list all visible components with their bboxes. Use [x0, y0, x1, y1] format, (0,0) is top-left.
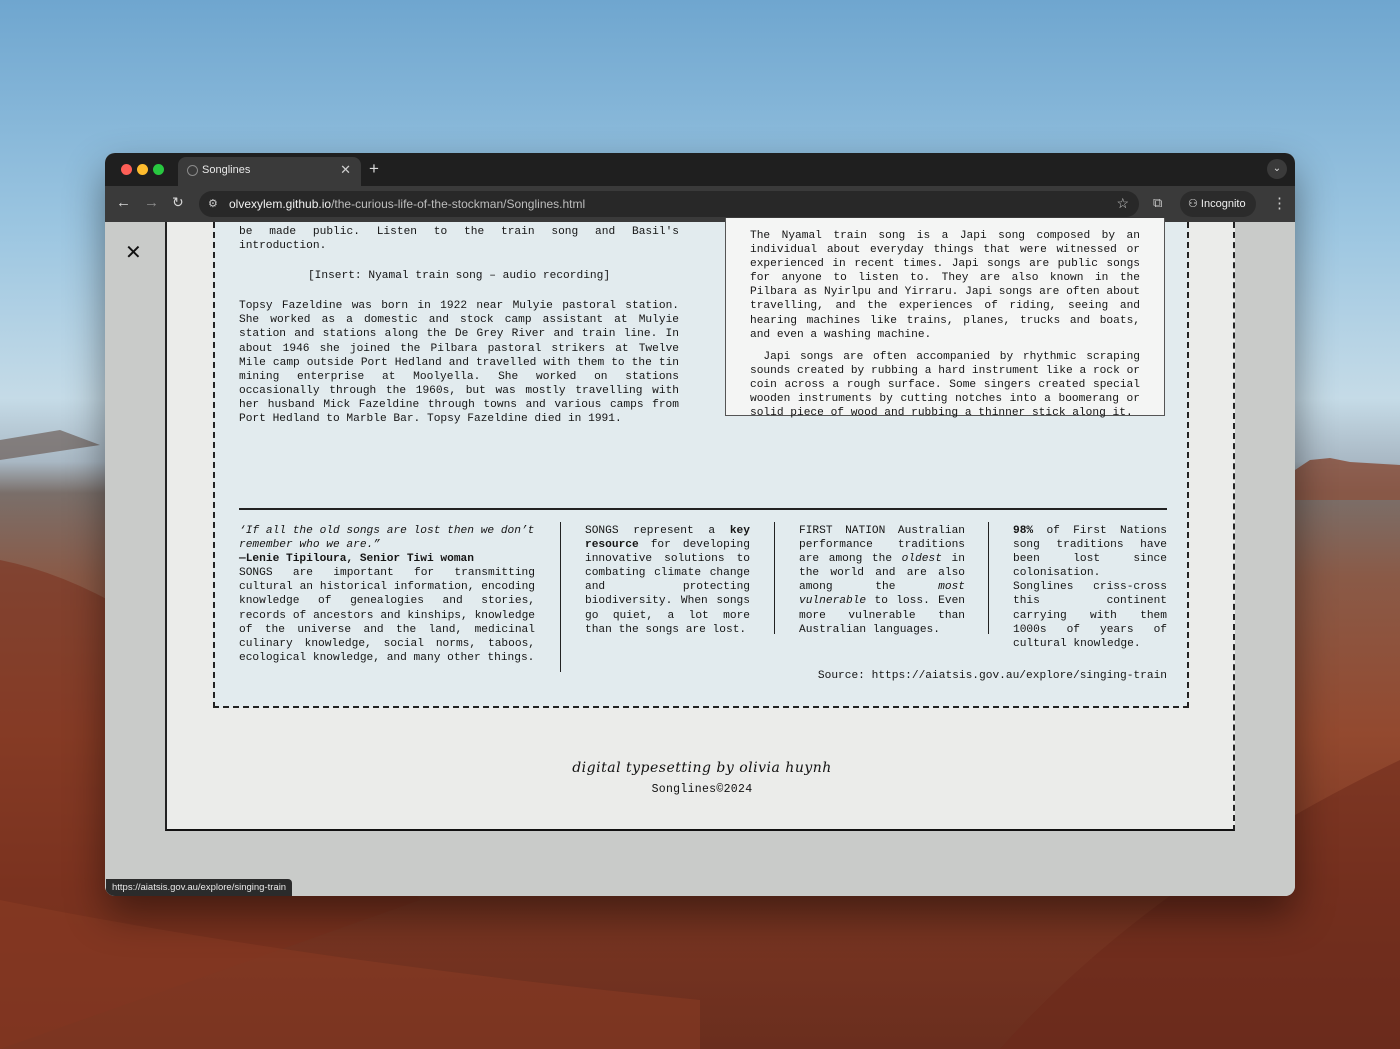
japi-songs-sidebar: The Nyamal train song is a Japi song com…	[725, 218, 1165, 419]
status-bar-url: https://aiatsis.gov.au/explore/singing-t…	[106, 879, 293, 896]
close-tab-icon[interactable]: ✕	[340, 162, 351, 178]
quote-text: ‘If all the old songs are lost then we d…	[239, 525, 535, 552]
first-nation-column: FIRST NATION Australian performance trad…	[799, 524, 965, 637]
source-link[interactable]: Source: https://aiatsis.gov.au/explore/s…	[818, 669, 1167, 683]
copyright: Songlines©2024	[651, 783, 753, 796]
audio-insert-note: [Insert: Nyamal train song – audio recor…	[307, 270, 611, 283]
column-separator	[988, 522, 989, 634]
extension-icon[interactable]: ⧉	[1153, 195, 1162, 211]
left-column: be made public. Listen to the train song…	[239, 222, 679, 426]
article-page: be made public. Listen to the train song…	[165, 218, 1235, 831]
close-window-icon[interactable]	[121, 164, 132, 175]
column-separator	[560, 522, 561, 672]
kebab-menu-icon[interactable]: ⋮	[1272, 194, 1287, 212]
globe-icon	[187, 165, 198, 176]
sidebar-paragraph-2: Japi songs are often accompanied by rhyt…	[750, 350, 1140, 420]
section-divider	[239, 508, 1167, 510]
tab-songlines[interactable]: Songlines ✕	[178, 157, 361, 186]
col4-text: of First Nations song traditions have be…	[1013, 525, 1167, 650]
incognito-button[interactable]: ⚇ Incognito	[1180, 191, 1256, 217]
back-button[interactable]: ←	[116, 194, 131, 211]
incognito-icon: ⚇	[1188, 198, 1201, 210]
tab-title: Songlines	[202, 164, 251, 176]
intro-tail: be made public. Listen to the train song…	[239, 226, 679, 253]
col2-text-b: for developing innovative solutions to c…	[585, 539, 750, 636]
minimize-window-icon[interactable]	[137, 164, 148, 175]
close-icon[interactable]: ✕	[125, 240, 142, 265]
statistic-column: 98% of First Nations song traditions hav…	[1013, 524, 1167, 651]
topsy-biography: Topsy Fazeldine was born in 1922 near Mu…	[239, 300, 679, 426]
page-viewport[interactable]: ✕ be made public. Listen to the train so…	[105, 218, 1295, 896]
col2-text-a: SONGS represent a	[585, 525, 730, 537]
new-tab-icon[interactable]: +	[369, 159, 379, 179]
maximize-window-icon[interactable]	[153, 164, 164, 175]
address-url[interactable]: olvexylem.github.io/the-curious-life-of-…	[229, 197, 585, 211]
songs-importance-text: SONGS are important for transmitting cul…	[239, 567, 535, 664]
tune-icon[interactable]: ⚙	[208, 197, 218, 210]
column-separator	[774, 522, 775, 634]
address-bar[interactable]: ⚙ olvexylem.github.io/the-curious-life-o…	[199, 191, 1139, 217]
sidebar-paragraph-1: The Nyamal train song is a Japi song com…	[750, 230, 1140, 341]
article-panel: be made public. Listen to the train song…	[213, 218, 1189, 708]
forward-button[interactable]: →	[144, 194, 159, 211]
browser-window: Songlines ✕ + ⌄ ← → ↻ ⚙ olvexylem.github…	[105, 153, 1295, 896]
col3-em-oldest: oldest	[901, 553, 942, 566]
quote-attribution: —Lenie Tipiloura, Senior Tiwi woman	[239, 553, 474, 566]
tab-strip: Songlines ✕ + ⌄	[105, 153, 1295, 186]
typesetting-credit: digital typesetting by olivia huynh	[572, 760, 832, 776]
quote-column: ‘If all the old songs are lost then we d…	[239, 524, 535, 665]
key-resource-column: SONGS represent a key resource for devel…	[585, 524, 750, 637]
browser-toolbar: ← → ↻ ⚙ olvexylem.github.io/the-curious-…	[105, 186, 1295, 222]
col4-bold: 98%	[1013, 525, 1034, 537]
incognito-label: Incognito	[1200, 198, 1246, 210]
chevron-down-icon[interactable]: ⌄	[1267, 159, 1287, 179]
star-icon[interactable]: ☆	[1116, 195, 1129, 212]
reload-button[interactable]: ↻	[172, 194, 184, 211]
